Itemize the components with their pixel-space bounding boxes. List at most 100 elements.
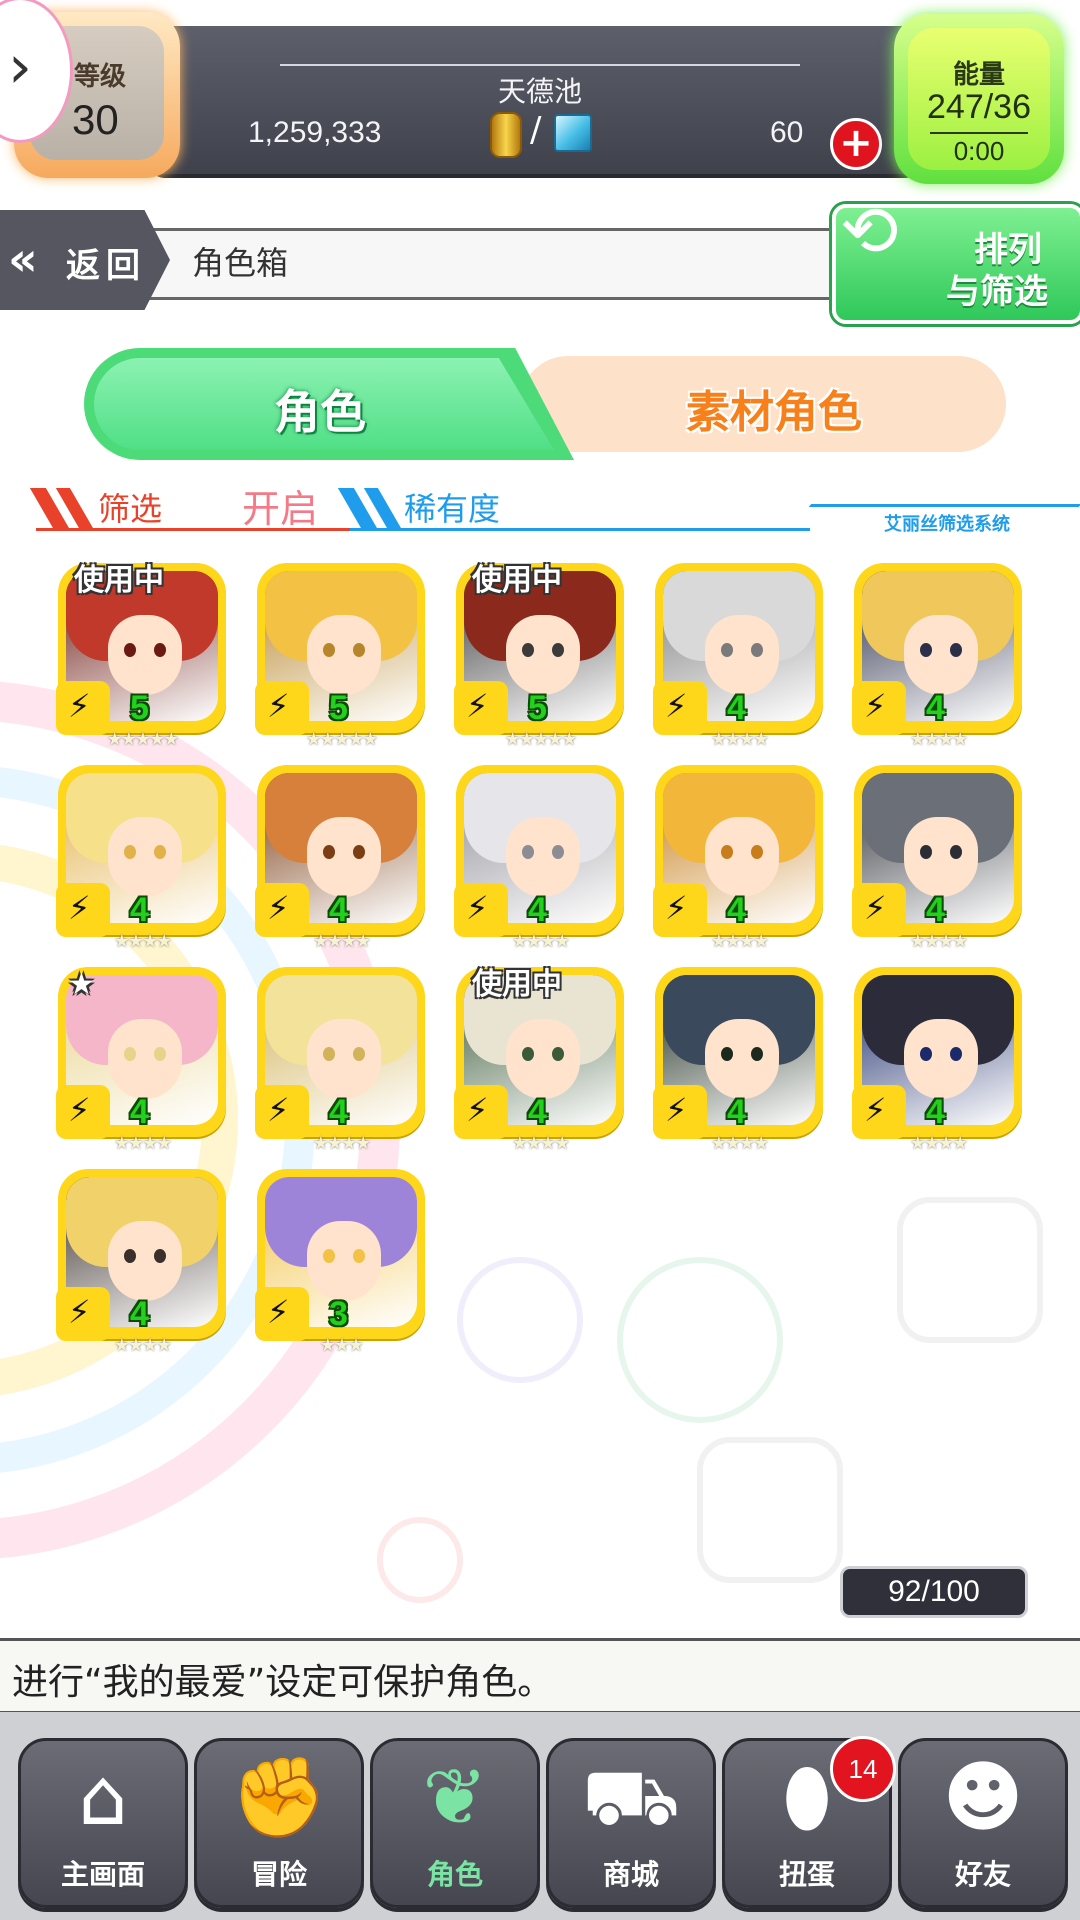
character-card[interactable]: 4★★★★ [56,1169,226,1356]
gold-amount: 1,259,333 [248,116,382,149]
character-rank: 5 [329,689,348,727]
character-card[interactable]: 4★★★★ [852,967,1022,1154]
lightning-element-icon [653,1085,707,1139]
currency-separator: / [530,110,542,150]
nav-gacha-label: 扭蛋 [778,1858,835,1891]
star-rating: ★★★★ [113,1133,173,1154]
sort-filter-label-2: 与筛选 [946,272,1048,312]
character-card[interactable]: 4★★★★ [56,765,226,952]
star-rating: ★★★★ [909,931,969,952]
sort-filter-button[interactable]: ⟲ 排列 与筛选 [832,190,1080,324]
lightning-element-icon [852,883,906,937]
energy-value: 247/36 [927,88,1031,126]
star-rating: ★★★★ [511,931,571,952]
character-rank: 4 [329,1093,348,1131]
filter-state[interactable]: 开启 [242,478,318,533]
tab-characters[interactable]: 角色 [84,348,574,460]
back-label: 返回 [66,246,146,286]
nav-friends-button[interactable]: ☻ 好友 [898,1738,1068,1908]
gem-amount: 60 [770,116,804,149]
character-card[interactable]: 3★★★ [255,1169,425,1356]
character-rank: 4 [528,891,547,929]
in-use-label: 使用中 [472,967,562,1002]
star-rating: ★★★★ [710,931,770,952]
nav-adventure-button[interactable]: ✊ 冒险 [194,1738,364,1908]
star-rating: ★★★★ [511,1133,571,1154]
lightning-element-icon [852,1085,906,1139]
character-card[interactable]: 4★★★★★ [56,967,226,1154]
character-rank: 4 [926,891,945,929]
lightning-element-icon [852,681,906,735]
filter-label[interactable]: 筛选 [98,484,162,530]
handshake-icon: ✊ [230,1753,328,1843]
filter-system-label: 艾丽丝筛选系统 [884,514,1010,535]
nav-characters-label: 角色 [426,1858,483,1891]
character-rank: 5 [528,689,547,727]
rarity-label[interactable]: 稀有度 [404,484,500,530]
character-rank: 5 [130,689,149,727]
box-capacity: 92/100 [840,1566,1028,1618]
nav-characters-button[interactable]: ❦ 角色 [370,1738,540,1908]
nav-shop-button[interactable]: ⛟ 商城 [546,1738,716,1908]
gold-coin-icon [490,112,522,158]
gem-icon [554,114,592,152]
lightning-element-icon [454,681,508,735]
character-rank: 4 [727,1093,746,1131]
character-card[interactable]: 5★★★★★ 使用中 [454,563,624,750]
tab-material-characters[interactable]: 素材角色 [520,356,1006,452]
character-card[interactable]: 4★★★★ [653,765,823,952]
shopping-cart-icon: ⛟ [581,1753,681,1843]
character-card[interactable]: 4★★★★ [255,967,425,1154]
buy-gems-plus-icon[interactable]: + [830,118,882,170]
lightning-element-icon [255,883,309,937]
lightning-element-icon [56,883,110,937]
lightning-element-icon [255,681,309,735]
character-card[interactable]: 5★★★★★ [255,563,425,750]
star-rating: ★★★★ [710,729,770,750]
star-rating: ★★★★ [909,1133,969,1154]
star-rating: ★★★★ [113,1335,173,1356]
nav-adventure-label: 冒险 [250,1858,307,1891]
character-card[interactable]: 4★★★★ [454,765,624,952]
star-rating: ★★★★ [909,729,969,750]
character-card[interactable]: 5★★★★★ 使用中 [56,563,226,750]
tip-bar: 进行“我的最爱”设定可保护角色。 [0,1638,1080,1714]
star-rating: ★★★ [319,1335,364,1356]
tab-material-characters-label: 素材角色 [686,387,862,438]
lightning-element-icon [653,681,707,735]
double-chevron-left-icon: « [8,232,38,286]
nav-home-button[interactable]: ⌂ 主画面 [18,1738,188,1908]
nav-home-label: 主画面 [60,1858,145,1891]
lightning-element-icon [454,883,508,937]
house-icon: ⌂ [78,1753,128,1843]
energy-badge: 能量 247/36 0:00 [894,14,1064,184]
bottom-nav: ⌂ 主画面 ✊ 冒险 ❦ 角色 ⛟ 商城 ⬮ 扭蛋 ☻ 好友 [0,1712,1080,1920]
lightning-element-icon [454,1085,508,1139]
character-rank: 4 [329,891,348,929]
star-rating: ★★★★ [312,1133,372,1154]
character-card[interactable]: 4★★★★ [653,563,823,750]
nav-friends-label: 好友 [954,1858,1011,1891]
character-rank: 4 [727,689,746,727]
lightning-element-icon [56,1085,110,1139]
gacha-notification-badge: 14 [830,1736,896,1802]
lightning-element-icon [255,1287,309,1341]
friends-icon: ☻ [942,1753,1024,1843]
character-card[interactable]: 4★★★★ 使用中 [454,967,624,1154]
character-rank: 3 [329,1295,348,1333]
page-title: 角色箱 [192,244,289,282]
energy-label: 能量 [952,60,1005,90]
character-card[interactable]: 4★★★★ [852,765,1022,952]
tip-text: 进行“我的最爱”设定可保护角色。 [12,1662,554,1703]
lightning-element-icon [255,1085,309,1139]
character-rank: 4 [727,891,746,929]
character-rank: 4 [528,1093,547,1131]
star-rating: ★★★★ [312,931,372,952]
character-card[interactable]: 4★★★★ [852,563,1022,750]
character-card[interactable]: 4★★★★ [653,967,823,1154]
back-button[interactable]: « 返回 [0,210,170,310]
character-card[interactable]: 4★★★★ [255,765,425,952]
energy-timer: 0:00 [953,136,1005,166]
character-rank: 4 [130,1093,149,1131]
tab-characters-label: 角色 [274,385,366,439]
